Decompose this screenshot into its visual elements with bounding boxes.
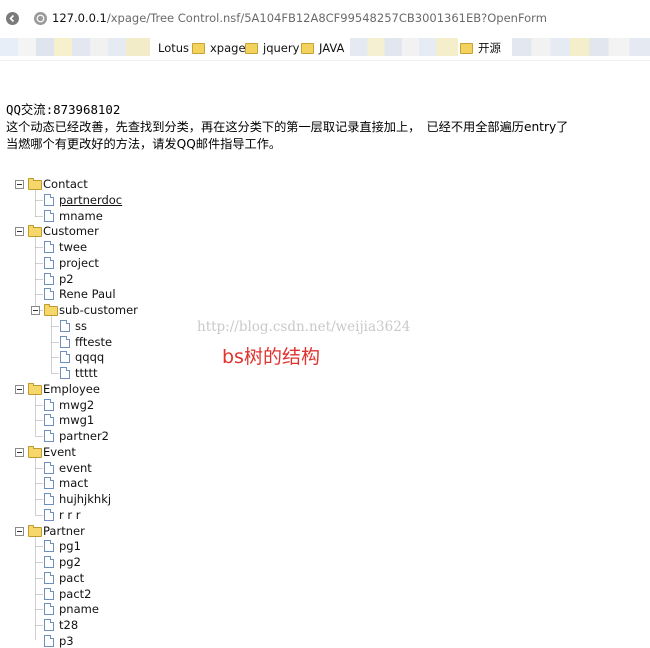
- document-icon: [44, 572, 54, 584]
- tree-node-label[interactable]: ss: [75, 319, 87, 333]
- tree-node-label[interactable]: hujhjkhkj: [59, 492, 111, 506]
- tree-node-label[interactable]: pg2: [59, 555, 81, 569]
- document-icon: [44, 540, 54, 552]
- document-icon: [60, 320, 70, 332]
- document-icon: [44, 619, 54, 631]
- document-icon: [44, 462, 54, 474]
- document-icon: [44, 288, 54, 300]
- collapse-toggle-icon[interactable]: [15, 385, 24, 394]
- tree-node-label[interactable]: pg1: [59, 539, 81, 553]
- document-icon: [44, 257, 54, 269]
- document-icon: [60, 367, 70, 379]
- collapse-toggle-icon[interactable]: [15, 527, 24, 536]
- tree-node-label[interactable]: twee: [59, 240, 87, 254]
- tree-node-label[interactable]: partnerdoc: [59, 193, 122, 207]
- document-icon: [44, 635, 54, 647]
- tree-node-label[interactable]: Employee: [43, 382, 100, 396]
- document-icon: [44, 399, 54, 411]
- tree-node-label[interactable]: pact: [59, 571, 84, 585]
- folder-icon: [28, 178, 42, 190]
- document-icon: [44, 588, 54, 600]
- tree-node-label[interactable]: sub-customer: [59, 303, 138, 317]
- collapse-toggle-icon[interactable]: [15, 448, 24, 457]
- folder-icon: [28, 446, 42, 458]
- tree-node-label[interactable]: pname: [59, 602, 99, 616]
- tree-node-label[interactable]: mwg1: [59, 413, 94, 427]
- tree-node-label[interactable]: ffteste: [75, 335, 112, 349]
- tree-node-label[interactable]: event: [59, 461, 92, 475]
- watermark: http://blog.csdn.net/weijia3624: [197, 319, 411, 335]
- tree-node-label[interactable]: project: [59, 256, 99, 270]
- tree-node-label[interactable]: Contact: [43, 177, 88, 191]
- collapse-toggle-icon[interactable]: [15, 180, 24, 189]
- document-icon: [44, 509, 54, 521]
- tree-node-label[interactable]: t28: [59, 618, 78, 632]
- folder-icon: [28, 225, 42, 237]
- tree-node-label[interactable]: p3: [59, 634, 74, 648]
- document-icon: [44, 430, 54, 442]
- document-icon: [44, 194, 54, 206]
- tree-node-label[interactable]: ttttt: [75, 366, 98, 380]
- document-icon: [44, 210, 54, 222]
- annotation-label: bs树的结构: [222, 346, 320, 368]
- document-icon: [44, 603, 54, 615]
- tree-node-label[interactable]: mname: [59, 209, 103, 223]
- tree-node-label[interactable]: Event: [43, 445, 76, 459]
- document-icon: [60, 336, 70, 348]
- tree-node-label[interactable]: r r r: [59, 508, 81, 522]
- tree-node-label[interactable]: mact: [59, 476, 88, 490]
- tree-node-label[interactable]: Partner: [43, 524, 85, 538]
- tree-node-label[interactable]: pact2: [59, 587, 92, 601]
- document-icon: [44, 477, 54, 489]
- tree-node-label[interactable]: p2: [59, 272, 74, 286]
- collapse-toggle-icon[interactable]: [31, 306, 40, 315]
- document-icon: [60, 351, 70, 363]
- document-icon: [44, 414, 54, 426]
- document-icon: [44, 493, 54, 505]
- document-icon: [44, 273, 54, 285]
- tree-node-label[interactable]: partner2: [59, 429, 109, 443]
- collapse-toggle-icon[interactable]: [15, 227, 24, 236]
- document-icon: [44, 556, 54, 568]
- tree-node-label[interactable]: Customer: [43, 224, 99, 238]
- folder-icon: [28, 525, 42, 537]
- document-icon: [44, 241, 54, 253]
- tree-node-label[interactable]: qqqq: [75, 350, 104, 364]
- tree-node-label[interactable]: mwg2: [59, 398, 94, 412]
- folder-icon: [28, 383, 42, 395]
- folder-icon: [44, 304, 58, 316]
- tree-node-label[interactable]: Rene Paul: [59, 287, 116, 301]
